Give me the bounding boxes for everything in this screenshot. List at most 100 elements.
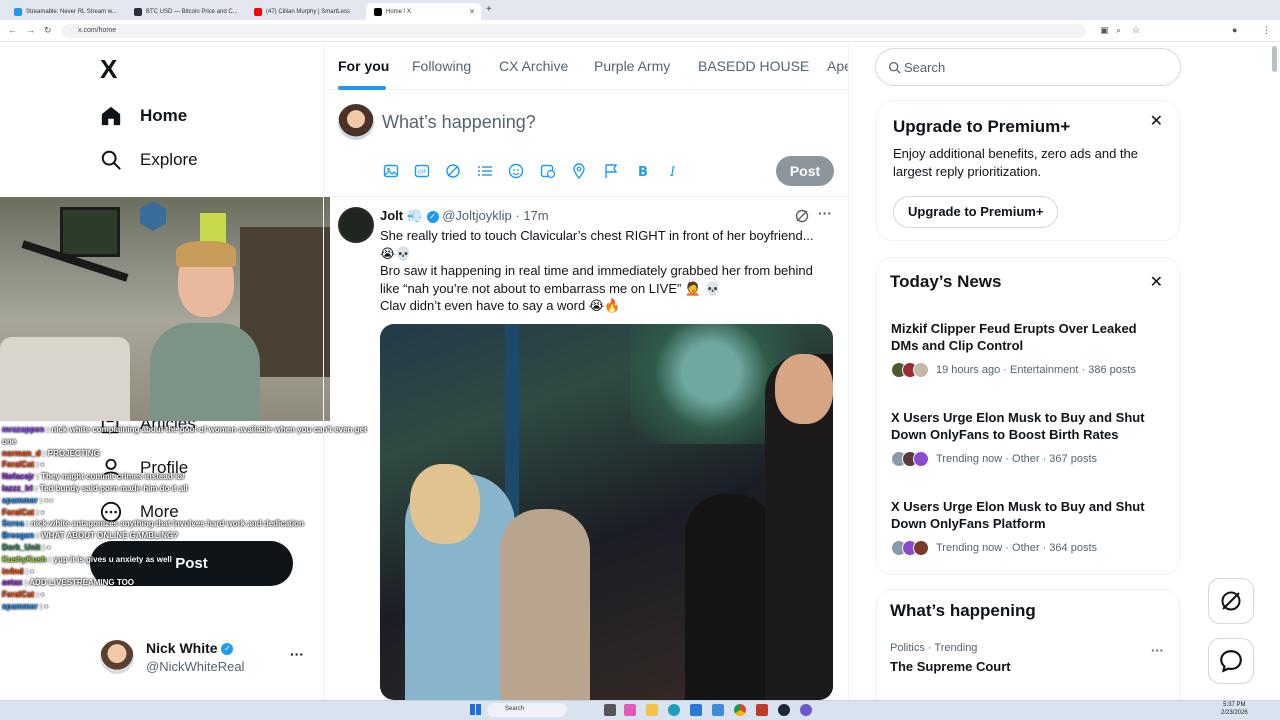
stream-chat-overlay: mrazappen : nick white complaining about… (2, 424, 382, 613)
tweet-line: Bro saw it happening in real time and im… (380, 263, 813, 278)
chat-username: Dork_Unit (2, 542, 41, 552)
tweet-line: like “nah you’re not about to embarrass … (380, 280, 721, 296)
composer-divider (324, 196, 848, 197)
chat-separator: : (37, 495, 45, 505)
browser-tab[interactable]: (47) Cillian Murphy | SmartLess (246, 3, 364, 20)
nav-explore[interactable]: Explore (100, 149, 198, 171)
tab-for-you[interactable]: For you (338, 58, 389, 74)
verified-badge-icon: ✓ (426, 210, 439, 223)
news-meta: 19 hours ago · Entertainment · 386 posts (891, 362, 1136, 378)
italic-icon[interactable]: I (666, 163, 682, 179)
url-field[interactable]: x.com/home (62, 24, 1086, 38)
account-name: Nick White (146, 640, 218, 656)
edge-icon[interactable] (668, 704, 680, 716)
browser-tab[interactable]: Streamable: Never RL Stream w... (6, 3, 124, 20)
trend-title[interactable]: The Supreme Court (890, 659, 1011, 674)
composer-post-button[interactable]: Post (776, 156, 834, 186)
search-input[interactable]: Search (875, 48, 1181, 86)
browser-menu-icon[interactable]: ⋮ (1262, 25, 1271, 36)
steam-icon[interactable] (778, 704, 790, 716)
extensions-icon[interactable]: ▣ (1100, 25, 1109, 36)
account-handle: @NickWhiteReal (146, 659, 245, 674)
taskbar-clock[interactable]: 5:37 PM 2/23/2026 (1221, 701, 1248, 717)
chat-message: FeralCat : ▪ (2, 589, 382, 601)
account-switcher[interactable]: Nick White ✓ @NickWhiteReal ··· (100, 638, 315, 680)
composer-avatar[interactable] (338, 104, 374, 140)
reload-icon[interactable]: ↻ (44, 25, 52, 36)
news-headline[interactable]: X Users Urge Elon Musk to Buy and Shut D… (891, 409, 1161, 443)
bold-icon[interactable]: B (635, 163, 651, 179)
composer-input[interactable]: What’s happening? (382, 112, 536, 133)
grok-icon[interactable] (445, 163, 461, 179)
premium-upgrade-button[interactable]: Upgrade to Premium+ (893, 196, 1059, 228)
bookmark-star-icon[interactable]: ☆ (1132, 25, 1140, 36)
news-meta: Trending now · Other · 367 posts (891, 451, 1097, 467)
app-icon[interactable] (690, 704, 702, 716)
app-icon[interactable] (800, 704, 812, 716)
chat-text: ▪ (47, 542, 51, 552)
emoji-icon[interactable] (508, 163, 524, 179)
zoom-icon[interactable]: ⌕ (1116, 25, 1121, 36)
app-icon[interactable] (624, 704, 636, 716)
news-meta-text: Trending now · Other · 367 posts (936, 453, 1098, 465)
tab-following[interactable]: Following (412, 58, 471, 74)
webcam-wall-art (140, 201, 166, 231)
chrome-icon[interactable] (734, 704, 746, 716)
nav-home[interactable]: Home (100, 105, 187, 127)
windows-start-icon[interactable] (470, 704, 481, 715)
tab-basedd-house[interactable]: BASEDD HOUSE (698, 58, 809, 74)
trend-more-icon[interactable]: ··· (1151, 643, 1164, 658)
page-scrollbar[interactable] (1272, 46, 1277, 72)
browser-tab[interactable]: BTC USD — Bitcoin Price and C... (126, 3, 244, 20)
news-meta: Trending now · Other · 364 posts (891, 540, 1097, 556)
tweet-video[interactable] (380, 324, 833, 700)
image-icon[interactable] (383, 163, 399, 179)
tweet-more-icon[interactable]: ··· (818, 205, 832, 221)
location-icon[interactable] (571, 163, 587, 179)
app-icon[interactable] (756, 704, 768, 716)
schedule-icon[interactable] (540, 163, 556, 179)
tweet-line: She really tried to touch Clavicular’s c… (380, 228, 814, 243)
close-icon[interactable]: ✕ (1150, 111, 1163, 131)
chat-username: spammer (2, 495, 38, 505)
forward-icon[interactable]: → (26, 25, 35, 35)
x-logo[interactable]: X (100, 54, 117, 85)
back-icon[interactable]: ← (8, 25, 17, 35)
tweet-author-avatar[interactable] (338, 207, 374, 243)
chat-text: ▪ (41, 460, 44, 470)
news-card: Today’s News ✕ Mizkif Clipper Feud Erupt… (876, 257, 1180, 575)
profile-icon[interactable]: ● (1232, 25, 1237, 35)
folder-icon[interactable] (646, 704, 658, 716)
taskbar-search[interactable]: Search (487, 703, 567, 717)
tab-purple-army[interactable]: Purple Army (594, 58, 670, 74)
app-icon[interactable] (712, 704, 724, 716)
tweet-author-handle[interactable]: @Joltjoyklip (442, 208, 512, 223)
browser-tab-active[interactable]: Home / X ✕ (366, 3, 481, 20)
tab-ape[interactable]: Ape (827, 58, 848, 74)
taskbar-search-label: Search (505, 706, 525, 712)
close-tab-icon[interactable]: ✕ (469, 8, 475, 16)
svg-text:GIF: GIF (418, 170, 426, 176)
search-icon (101, 150, 121, 170)
svg-text:B: B (638, 165, 648, 179)
flag-icon[interactable] (603, 163, 619, 179)
account-more-icon[interactable]: ··· (290, 646, 304, 662)
tweet-author-name[interactable]: Jolt (380, 208, 403, 223)
file-explorer-icon[interactable] (604, 704, 616, 716)
gif-icon[interactable]: GIF (414, 163, 430, 179)
messages-fab[interactable] (1208, 638, 1254, 684)
tweet-line: 😭💀 (380, 245, 412, 261)
new-tab-icon[interactable]: + (486, 4, 492, 15)
nav-explore-label: Explore (140, 150, 198, 169)
home-icon (101, 106, 121, 126)
tweet-timestamp[interactable]: · 17m (515, 208, 548, 223)
chat-message: mrazappen : nick white complaining about… (2, 424, 382, 448)
tab-cx-archive[interactable]: CX Archive (499, 58, 568, 74)
poll-icon[interactable] (477, 163, 493, 179)
news-headline[interactable]: Mizkif Clipper Feud Erupts Over Leaked D… (891, 320, 1161, 354)
close-icon[interactable]: ✕ (1150, 272, 1163, 292)
grok-fab[interactable] (1208, 578, 1254, 624)
news-headline[interactable]: X Users Urge Elon Musk to Buy and Shut D… (891, 498, 1161, 532)
grok-explain-icon[interactable] (794, 208, 810, 224)
news-meta-text: 19 hours ago · Entertainment · 386 posts (936, 364, 1136, 376)
